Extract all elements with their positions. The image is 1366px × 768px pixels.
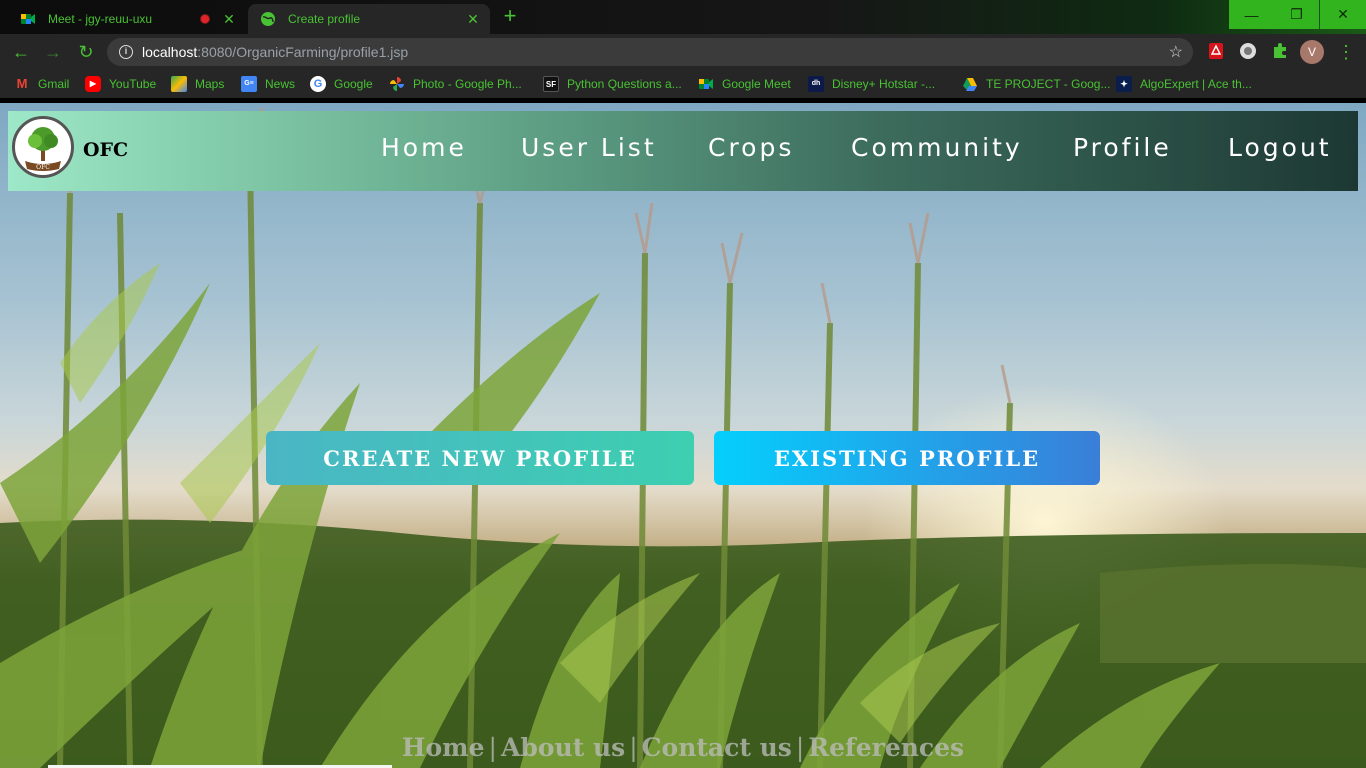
existing-profile-button[interactable]: EXISTING PROFILE xyxy=(714,431,1100,485)
minimize-button[interactable]: — xyxy=(1229,0,1274,29)
footer-references-link[interactable]: References xyxy=(808,733,964,762)
footer-separator: | xyxy=(629,733,638,762)
footer-about-link[interactable]: About us xyxy=(501,733,625,762)
drive-icon xyxy=(962,76,978,92)
site-navbar: OFC OFC Home User List Crops Community P… xyxy=(8,111,1358,191)
hotstar-icon: dh xyxy=(808,76,824,92)
gmail-icon: M xyxy=(16,76,28,91)
algoexpert-icon: ✦ xyxy=(1116,76,1132,92)
sf-icon: SF xyxy=(543,76,559,92)
bookmark-label: Photo - Google Ph... xyxy=(413,77,522,91)
footer-separator: | xyxy=(795,733,805,762)
bookmark-label: News xyxy=(265,77,296,91)
bookmark-google[interactable]: G Google xyxy=(310,75,373,93)
photos-icon xyxy=(389,76,405,92)
footer-separator: | xyxy=(488,733,497,762)
bookmark-label: Google Meet xyxy=(722,77,791,91)
ofc-logo[interactable]: OFC xyxy=(12,116,74,178)
url-path: :8080/OrganicFarming/profile1.jsp xyxy=(197,44,409,60)
maps-icon xyxy=(171,76,187,92)
new-tab-button[interactable]: + xyxy=(500,5,520,28)
bookmark-label: TE PROJECT - Goog... xyxy=(986,77,1111,91)
youtube-icon: ▶ xyxy=(85,76,101,92)
bookmark-photos[interactable]: Photo - Google Ph... xyxy=(389,75,522,93)
nav-user-list[interactable]: User List xyxy=(521,133,657,162)
nav-profile[interactable]: Profile xyxy=(1073,133,1172,162)
url-host: localhost xyxy=(142,44,198,60)
extensions-puzzle-icon[interactable] xyxy=(1271,42,1291,62)
record-extension-icon[interactable] xyxy=(1239,42,1259,62)
bookmark-youtube[interactable]: ▶ YouTube xyxy=(85,75,156,93)
tab-create-profile[interactable]: Create profile ✕ xyxy=(248,4,490,34)
bookmark-te-project[interactable]: TE PROJECT - Goog... xyxy=(962,75,1110,93)
tab-title: Meet - jgy-reuu-uxu xyxy=(48,12,153,26)
menu-kebab-icon[interactable]: ⋮ xyxy=(1336,42,1356,62)
nav-home[interactable]: Home xyxy=(381,133,467,162)
recording-icon xyxy=(200,14,210,24)
google-icon: G xyxy=(310,76,326,92)
tab-strip: Meet - jgy-reuu-uxu ✕ Create profile ✕ +… xyxy=(0,0,1366,34)
bookmark-algoexpert[interactable]: ✦ AlgoExpert | Ace th... xyxy=(1116,75,1252,93)
bookmark-label: Google xyxy=(334,77,373,91)
browser-toolbar: ← → ↻ i localhost :8080/OrganicFarming/p… xyxy=(0,34,1366,70)
bookmark-label: Gmail xyxy=(38,77,70,91)
create-new-profile-button[interactable]: CREATE NEW PROFILE xyxy=(266,431,694,485)
address-bar[interactable]: i localhost :8080/OrganicFarming/profile… xyxy=(107,38,1193,66)
bookmark-label: Python Questions a... xyxy=(567,77,682,91)
bookmark-label: YouTube xyxy=(109,77,157,91)
reload-icon[interactable]: ↻ xyxy=(75,42,97,62)
svg-text:OFC: OFC xyxy=(36,164,50,171)
nav-logout[interactable]: Logout xyxy=(1228,133,1332,162)
google-meet-icon xyxy=(20,11,36,27)
globe-icon xyxy=(260,11,276,27)
tab-title: Create profile xyxy=(288,12,361,26)
page-viewport: OFC OFC Home User List Crops Community P… xyxy=(0,103,1366,768)
news-icon: G≡ xyxy=(241,76,257,92)
bookmark-google-meet[interactable]: Google Meet xyxy=(698,75,791,93)
close-tab-icon[interactable]: ✕ xyxy=(464,11,482,28)
bookmark-maps[interactable]: Maps xyxy=(171,75,224,93)
footer-home-link[interactable]: Home xyxy=(402,733,485,762)
google-meet-icon xyxy=(698,76,714,92)
nav-community[interactable]: Community xyxy=(851,133,1023,162)
close-window-button[interactable]: ✕ xyxy=(1320,0,1366,29)
site-info-icon[interactable]: i xyxy=(119,45,133,59)
bookmarks-bar: M Gmail ▶ YouTube Maps G≡ News G Google … xyxy=(0,70,1366,98)
restore-button[interactable]: ❐ xyxy=(1274,0,1319,29)
close-tab-icon[interactable]: ✕ xyxy=(220,11,238,28)
forward-icon[interactable]: → xyxy=(42,42,64,62)
profile-avatar[interactable]: V xyxy=(1300,40,1324,64)
bookmark-label: Maps xyxy=(195,77,225,91)
bookmark-star-icon[interactable]: ☆ xyxy=(1169,42,1183,62)
bookmark-gmail[interactable]: M Gmail xyxy=(14,75,70,93)
bookmark-hotstar[interactable]: dh Disney+ Hotstar -... xyxy=(808,75,935,93)
bookmark-news[interactable]: G≡ News xyxy=(241,75,295,93)
bookmark-label: Disney+ Hotstar -... xyxy=(832,77,936,91)
bookmark-label: AlgoExpert | Ace th... xyxy=(1140,77,1252,91)
pdf-extension-icon[interactable] xyxy=(1207,42,1227,62)
nav-crops[interactable]: Crops xyxy=(708,133,794,162)
tab-meet[interactable]: Meet - jgy-reuu-uxu ✕ xyxy=(8,4,246,34)
footer-links: Home | About us | Contact us | References xyxy=(0,733,1366,762)
bookmark-python-questions[interactable]: SF Python Questions a... xyxy=(543,75,682,93)
footer-contact-link[interactable]: Contact us xyxy=(642,733,792,762)
back-icon[interactable]: ← xyxy=(10,42,32,62)
brand-title: OFC xyxy=(83,139,129,161)
